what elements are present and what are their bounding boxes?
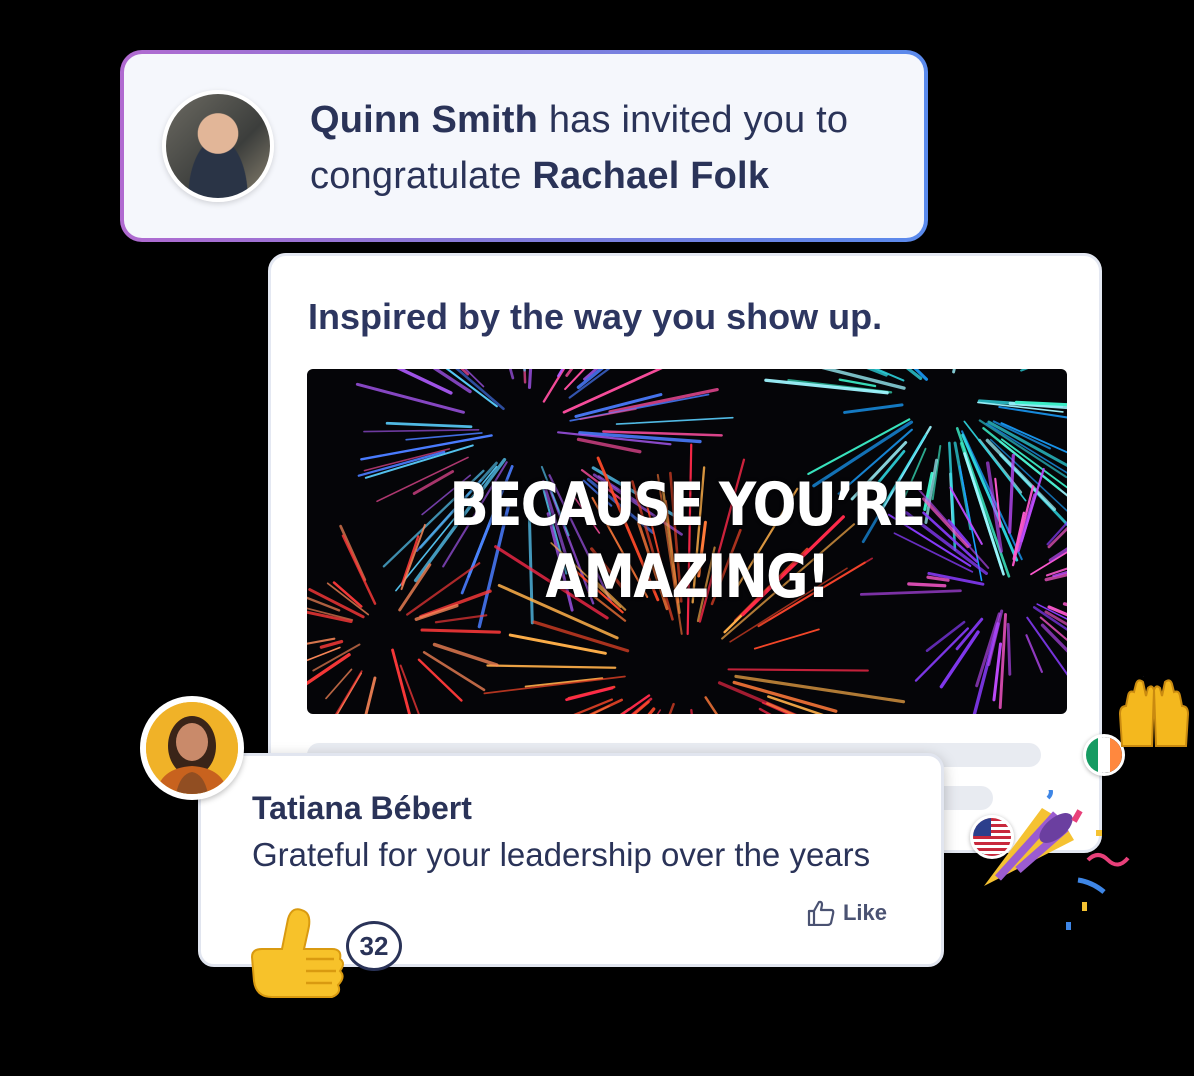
firework-streak: [417, 658, 463, 702]
firework-streak: [573, 698, 614, 714]
firework-streak: [486, 664, 617, 669]
firework-streak: [319, 639, 344, 649]
firework-streak: [420, 628, 501, 634]
banner-line-2: AMAZING!: [545, 542, 830, 612]
firework-streak: [620, 694, 651, 714]
firework-streak: [1062, 602, 1067, 607]
thumbs-up-outline-icon: [807, 900, 835, 926]
firework-streak: [360, 434, 493, 461]
firework-streak: [385, 421, 473, 429]
firework-streak: [363, 428, 480, 433]
firework-streak: [588, 698, 624, 714]
firework-streak: [364, 676, 377, 714]
firework-streak: [1020, 369, 1029, 372]
firework-streak: [355, 382, 465, 414]
banner-text: BECAUSE YOU’RE AMAZING!: [360, 469, 1014, 613]
fireworks-banner-image: BECAUSE YOU’RE AMAZING!: [307, 369, 1067, 714]
firework-streak: [690, 708, 693, 714]
firework-streak: [1006, 622, 1012, 676]
firework-streak: [334, 670, 363, 714]
firework-streak: [914, 627, 969, 682]
firework-streak: [753, 628, 820, 650]
firework-streak: [434, 614, 488, 624]
comment-text: Grateful for your leadership over the ye…: [252, 836, 871, 873]
like-count-badge: 32: [346, 921, 402, 971]
firework-streak: [1025, 634, 1043, 673]
banner-line-1: BECAUSE YOU’RE: [449, 470, 927, 540]
invite-card-inner: Quinn Smith has invited you to congratul…: [124, 54, 924, 238]
firework-streak: [998, 612, 1007, 709]
firework-streak: [843, 403, 904, 414]
firework-streak: [807, 418, 911, 475]
inviter-avatar: [162, 90, 274, 202]
commenter-name: Tatiana Bébert: [252, 790, 472, 826]
firework-streak: [952, 369, 956, 374]
invite-message: Quinn Smith has invited you to congratul…: [310, 92, 900, 204]
invite-card[interactable]: Quinn Smith has invited you to congratul…: [120, 50, 928, 242]
firework-streak: [576, 437, 642, 454]
firework-streak: [565, 686, 614, 702]
firework-streak: [619, 707, 631, 714]
firework-streak: [391, 648, 411, 714]
party-popper-icon: [984, 790, 1130, 930]
firework-streak: [508, 633, 607, 655]
firework-streak: [562, 369, 663, 414]
inviter-name: Quinn Smith: [310, 99, 539, 141]
firework-streak: [524, 677, 604, 688]
post-title: Inspired by the way you show up.: [308, 296, 883, 337]
firework-streak: [939, 630, 980, 689]
like-button[interactable]: Like: [807, 900, 887, 926]
firework-streak: [615, 416, 734, 425]
firework-streak: [764, 378, 889, 395]
firework-streak: [307, 653, 351, 686]
firework-streak: [727, 668, 869, 672]
invite-middle-text: has invited you to: [548, 99, 849, 141]
raising-hands-icon: [1118, 676, 1190, 747]
firework-streak: [608, 388, 719, 414]
firework-streak: [992, 642, 1003, 702]
thumbs-up-emoji-icon: [250, 908, 344, 998]
firework-streak: [523, 369, 526, 372]
firework-streak: [576, 369, 604, 390]
firework-streak: [508, 369, 515, 380]
firework-streak: [527, 369, 533, 389]
invite-prefix-text: congratulate: [310, 155, 522, 197]
commenter-avatar: [140, 696, 244, 800]
recipient-name: Rachael Folk: [532, 155, 770, 197]
like-label: Like: [842, 900, 887, 925]
firework-streak: [432, 642, 499, 667]
